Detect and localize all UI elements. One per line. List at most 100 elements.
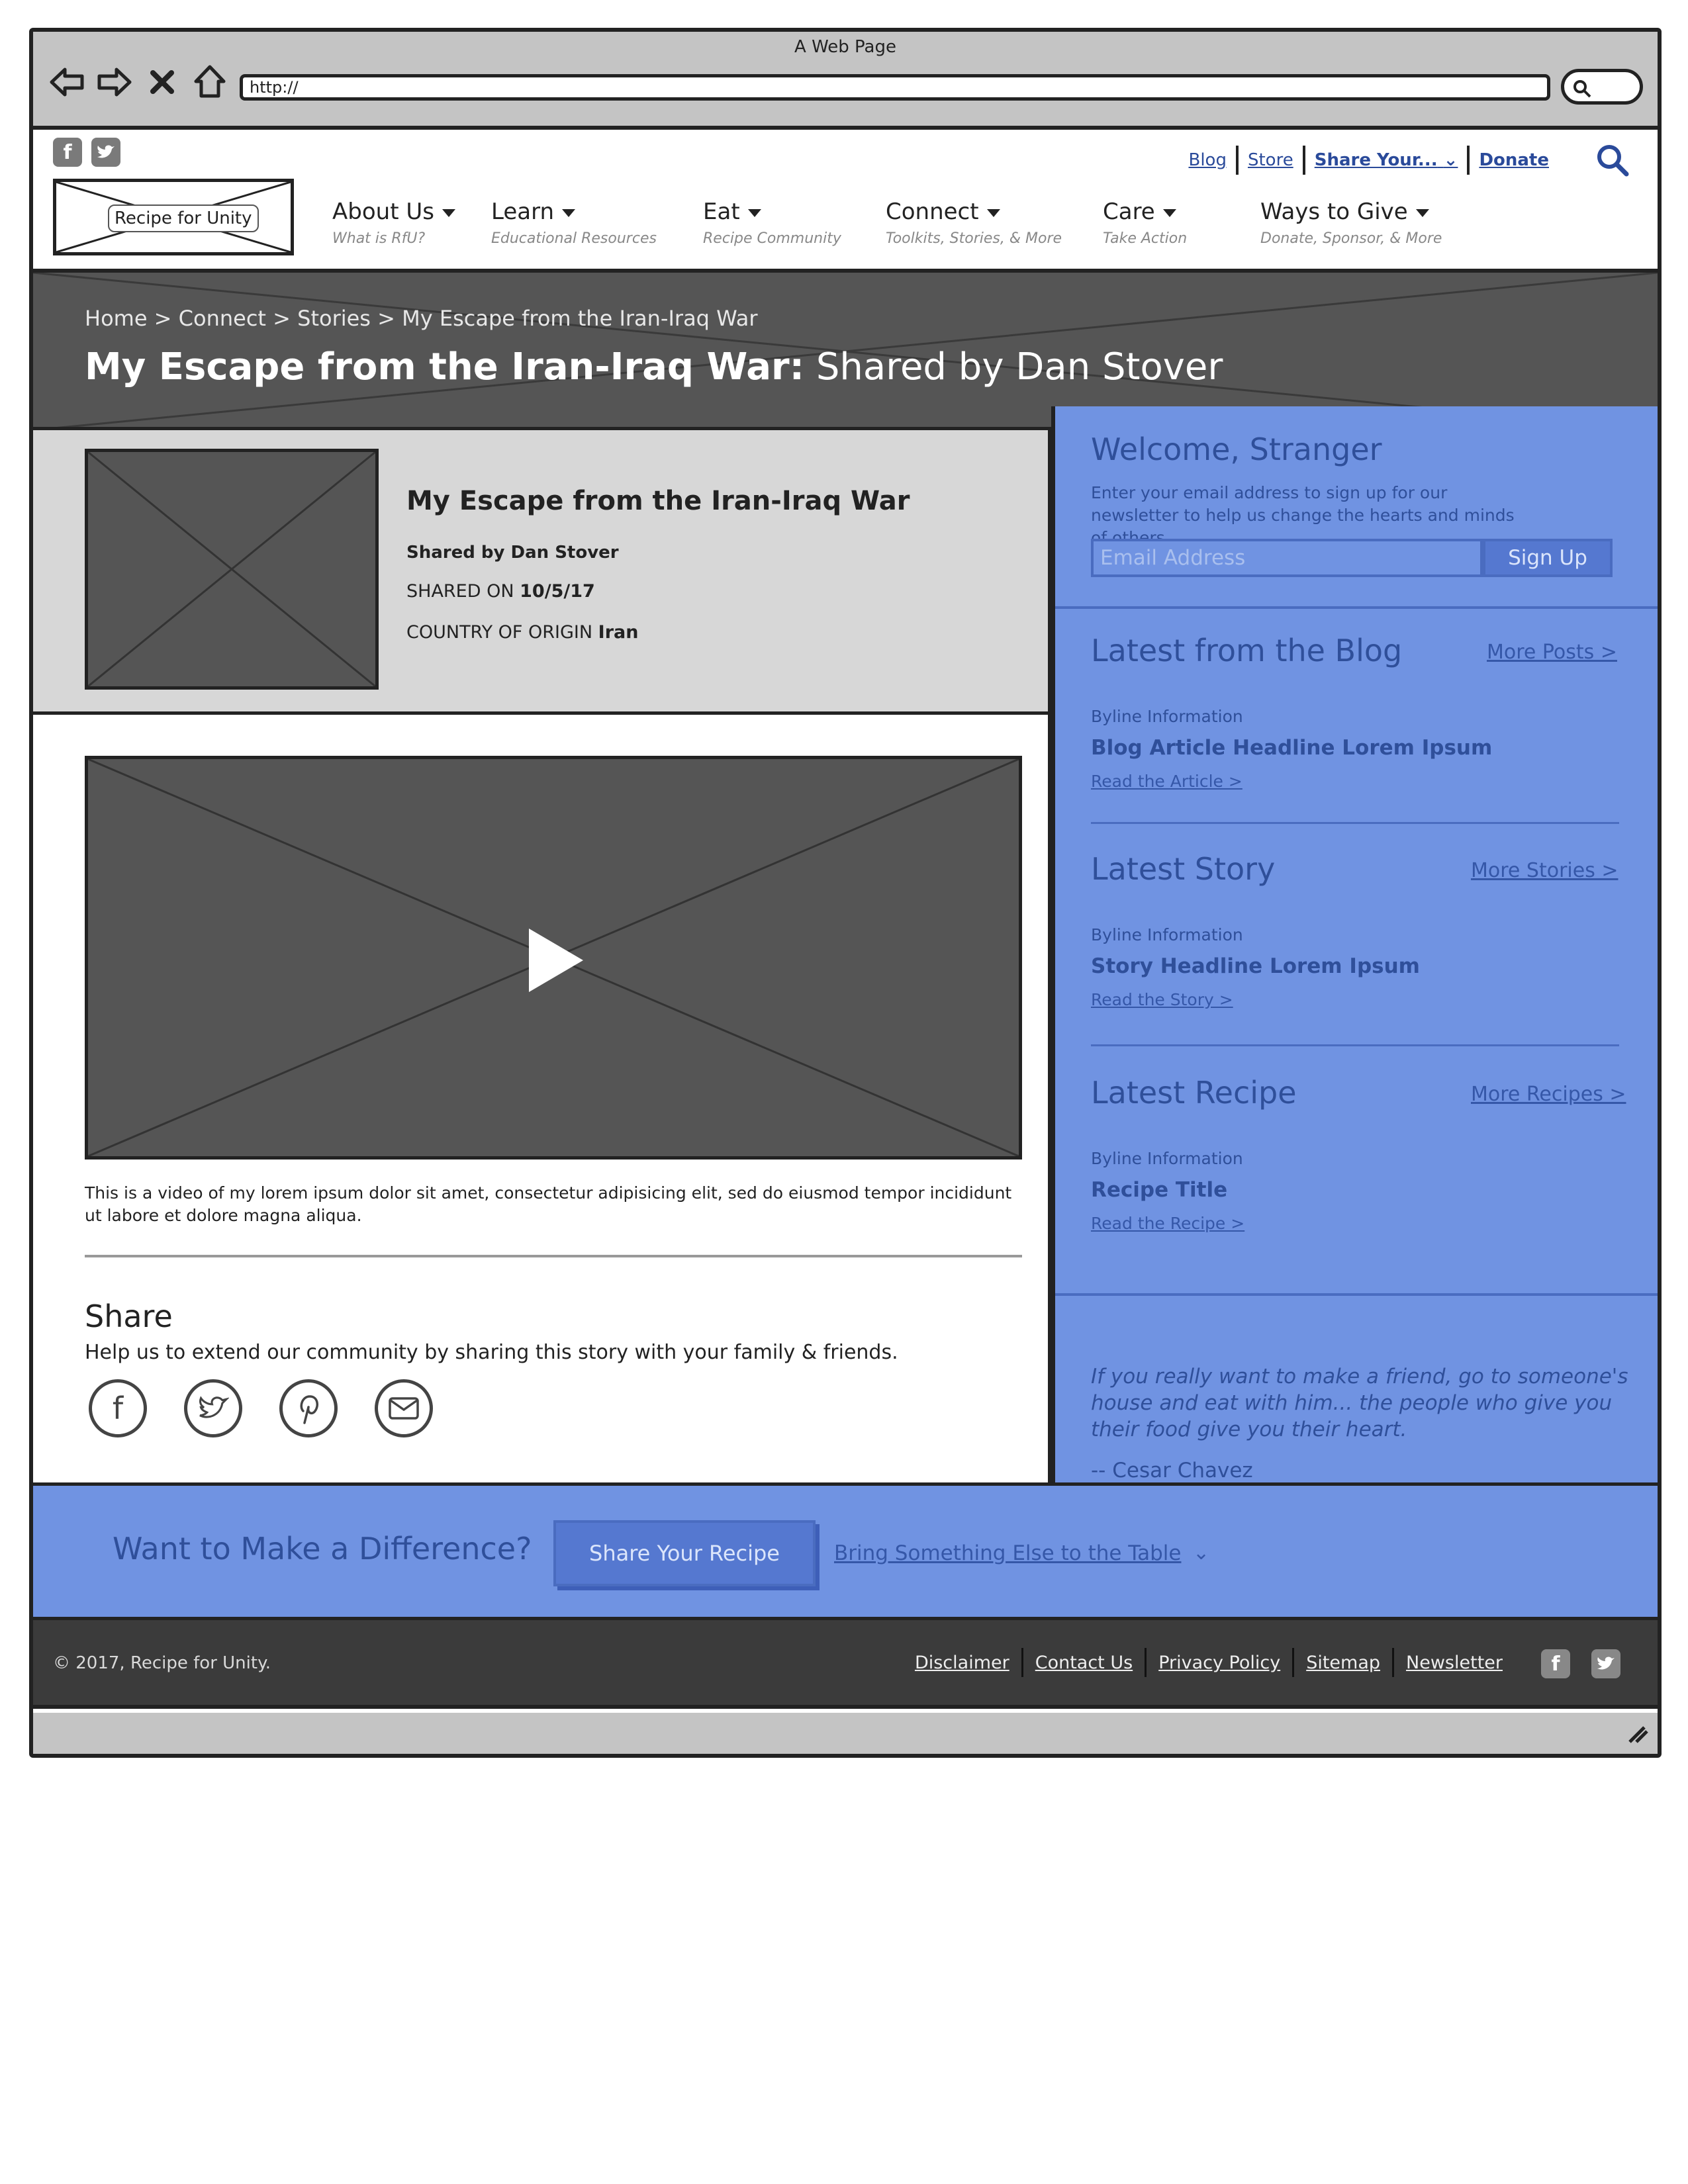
share-heading: Share: [85, 1298, 173, 1334]
footer-link-disclaimer[interactable]: Disclaimer: [903, 1653, 1021, 1673]
copyright: © 2017, Recipe for Unity.: [53, 1653, 271, 1673]
utility-link-donate[interactable]: Donate: [1470, 150, 1558, 170]
divider: [1091, 1044, 1619, 1046]
more-stories-link[interactable]: More Stories >: [1471, 859, 1618, 882]
video-caption: This is a video of my lorem ipsum dolor …: [85, 1183, 1012, 1225]
signup-button[interactable]: Sign Up: [1483, 539, 1613, 577]
facebook-icon[interactable]: f: [1541, 1649, 1570, 1678]
play-icon[interactable]: [529, 929, 583, 992]
site-header: f Recipe for Unity Blog Store Share Your…: [33, 130, 1658, 273]
nav-sublabel: Educational Resources: [491, 230, 657, 247]
address-bar[interactable]: http://: [240, 74, 1550, 101]
nav-sublabel: Take Action: [1103, 230, 1188, 247]
nav-sublabel: Toolkits, Stories, & More: [886, 230, 1062, 247]
story-author: Shared by Dan Stover: [406, 543, 619, 563]
magnifier-icon: [1573, 80, 1591, 98]
caret-down-icon: [1162, 208, 1176, 217]
nav-label: Care: [1103, 199, 1155, 225]
blog-heading: Latest from the Blog: [1091, 633, 1403, 668]
nav-label: Ways to Give: [1260, 199, 1408, 225]
nav-label: About Us: [332, 199, 434, 225]
read-article-link[interactable]: Read the Article >: [1091, 772, 1243, 791]
sidebar-quote: If you really want to make a friend, go …: [1091, 1365, 1628, 1441]
video-player[interactable]: [85, 756, 1022, 1160]
caret-down-icon: [986, 208, 1000, 217]
shared-on-label: SHARED ON: [406, 581, 520, 602]
caret-down-icon: [747, 208, 761, 217]
nav-item-learn[interactable]: Learn Educational Resources: [491, 199, 657, 247]
newsletter-section: Welcome, Stranger Enter your email addre…: [1055, 406, 1658, 609]
nav-item-connect[interactable]: Connect Toolkits, Stories, & More: [886, 199, 1062, 247]
twitter-icon[interactable]: [1591, 1649, 1620, 1678]
email-icon[interactable]: [375, 1379, 433, 1437]
blog-headline[interactable]: Blog Article Headline Lorem Ipsum: [1091, 736, 1492, 760]
back-arrow-icon[interactable]: [49, 64, 85, 100]
home-icon[interactable]: [192, 64, 228, 100]
browser-window: A Web Page http:// f Recipe for Unity Bl…: [29, 28, 1662, 1758]
share-recipe-button[interactable]: Share Your Recipe: [553, 1520, 816, 1586]
stop-x-icon[interactable]: [144, 64, 180, 100]
recipe-heading: Latest Recipe: [1091, 1075, 1297, 1111]
resize-grip-icon[interactable]: [1624, 1723, 1648, 1746]
nav-label: Connect: [886, 199, 979, 225]
breadcrumb[interactable]: Home > Connect > Stories > My Escape fro…: [85, 306, 758, 331]
recipe-byline: Byline Information: [1091, 1149, 1243, 1168]
cta-heading: Want to Make a Difference?: [113, 1531, 532, 1567]
site-logo[interactable]: Recipe for Unity: [53, 179, 294, 255]
utility-links: Blog Store Share Your... ⌄ Donate: [1180, 146, 1559, 175]
nav-item-eat[interactable]: Eat Recipe Community: [703, 199, 841, 247]
caret-down-icon: [442, 208, 455, 217]
nav-item-ways-to-give[interactable]: Ways to Give Donate, Sponsor, & More: [1260, 199, 1442, 247]
facebook-icon[interactable]: f: [89, 1379, 147, 1437]
utility-link-store[interactable]: Store: [1239, 150, 1303, 170]
shared-on-value: 10/5/17: [520, 581, 595, 602]
story-heading: Latest Story: [1091, 851, 1276, 887]
utility-link-blog[interactable]: Blog: [1180, 150, 1236, 170]
nav-item-care[interactable]: Care Take Action: [1103, 199, 1187, 247]
forward-arrow-icon[interactable]: [97, 64, 132, 100]
nav-label: Eat: [703, 199, 740, 225]
nav-sublabel: Donate, Sponsor, & More: [1260, 230, 1442, 247]
utility-share-dropdown[interactable]: Share Your... ⌄: [1305, 150, 1468, 170]
utility-share-label: Share Your...: [1314, 150, 1438, 170]
story-title: My Escape from the Iran-Iraq War: [406, 486, 910, 516]
browser-nav-buttons: [49, 61, 228, 103]
country-label: COUNTRY OF ORIGIN: [406, 622, 598, 643]
story-shared-on: SHARED ON 10/5/17: [406, 581, 595, 602]
nav-item-about-us[interactable]: About Us What is RfU?: [332, 199, 455, 247]
story-byline: Byline Information: [1091, 925, 1243, 944]
share-text: Help us to extend our community by shari…: [85, 1341, 898, 1364]
twitter-icon[interactable]: [184, 1379, 242, 1437]
browser-search-field[interactable]: [1561, 69, 1643, 105]
nav-sublabel: What is RfU?: [332, 230, 426, 247]
footer-links: Disclaimer Contact Us Privacy Policy Sit…: [903, 1648, 1515, 1677]
footer-link-privacy[interactable]: Privacy Policy: [1147, 1653, 1292, 1673]
pinterest-icon[interactable]: [279, 1379, 338, 1437]
country-value: Iran: [598, 622, 639, 643]
recipe-headline[interactable]: Recipe Title: [1091, 1178, 1227, 1202]
chevron-down-icon[interactable]: ⌄: [1193, 1541, 1209, 1565]
more-recipes-link[interactable]: More Recipes >: [1471, 1083, 1626, 1106]
caret-down-icon: [562, 208, 576, 217]
divider: [85, 1255, 1022, 1257]
twitter-icon[interactable]: [91, 138, 120, 167]
email-input[interactable]: Email Address: [1091, 539, 1483, 577]
bring-something-link[interactable]: Bring Something Else to the Table: [834, 1541, 1181, 1565]
blog-byline: Byline Information: [1091, 707, 1243, 726]
read-recipe-link[interactable]: Read the Recipe >: [1091, 1214, 1244, 1233]
nav-sublabel: Recipe Community: [703, 230, 841, 247]
welcome-heading: Welcome, Stranger: [1091, 432, 1382, 467]
facebook-icon[interactable]: f: [53, 138, 82, 167]
search-icon[interactable]: [1595, 143, 1630, 180]
footer-link-sitemap[interactable]: Sitemap: [1294, 1653, 1392, 1673]
window-title: A Web Page: [794, 37, 896, 57]
footer-social: f: [1541, 1649, 1620, 1678]
more-posts-link[interactable]: More Posts >: [1487, 641, 1617, 664]
header-social: f: [53, 138, 120, 167]
quote-author: -- Cesar Chavez: [1091, 1459, 1253, 1482]
latest-section: Latest from the Blog More Posts > Byline…: [1055, 609, 1658, 1296]
footer-link-contact[interactable]: Contact Us: [1023, 1653, 1145, 1673]
footer-link-newsletter[interactable]: Newsletter: [1394, 1653, 1515, 1673]
read-story-link[interactable]: Read the Story >: [1091, 990, 1233, 1009]
story-headline[interactable]: Story Headline Lorem Ipsum: [1091, 954, 1420, 978]
